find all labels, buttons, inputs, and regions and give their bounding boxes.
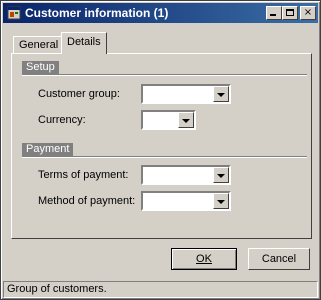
setup-group-title: Setup [22,61,59,74]
method-of-payment-dropdown-button[interactable] [213,193,229,209]
tab-general[interactable]: General [13,36,65,53]
tab-general-label: General [19,39,59,51]
close-button[interactable]: × [300,6,316,20]
customer-group-combo[interactable] [141,84,231,104]
maximize-icon [286,9,294,16]
setup-group-divider [22,74,307,76]
chevron-down-icon [217,93,225,97]
customer-information-window: Customer information (1) × General Detai… [0,0,321,300]
ok-button-label: OK [196,253,212,265]
maximize-button[interactable] [282,6,298,20]
chevron-down-icon [182,119,190,123]
tab-details[interactable]: Details [61,32,107,54]
terms-of-payment-label: Terms of payment: [38,169,129,181]
currency-combo[interactable] [141,110,196,130]
customer-group-dropdown-button[interactable] [213,86,229,102]
method-of-payment-combo[interactable] [141,191,231,211]
currency-dropdown-button[interactable] [178,112,194,128]
window-title: Customer information (1) [25,6,169,20]
tab-details-label: Details [67,36,101,48]
status-text: Group of customers. [7,283,107,295]
payment-group-divider [22,156,307,158]
terms-of-payment-combo[interactable] [141,165,231,185]
close-icon: × [303,7,313,18]
chevron-down-icon [217,200,225,204]
method-of-payment-label: Method of payment: [38,195,136,207]
currency-label: Currency: [38,114,86,126]
cancel-button-label: Cancel [261,253,297,265]
payment-group-title: Payment [22,143,74,156]
app-window-icon [7,6,21,20]
terms-of-payment-dropdown-button[interactable] [213,167,229,183]
minimize-icon [270,14,276,16]
minimize-button[interactable] [266,6,282,20]
title-bar[interactable]: Customer information (1) × [3,3,318,23]
ok-button[interactable]: OK [171,248,237,270]
cancel-button[interactable]: Cancel [248,248,310,270]
status-bar: Group of customers. [3,281,318,298]
customer-group-label: Customer group: [38,88,120,100]
chevron-down-icon [217,174,225,178]
